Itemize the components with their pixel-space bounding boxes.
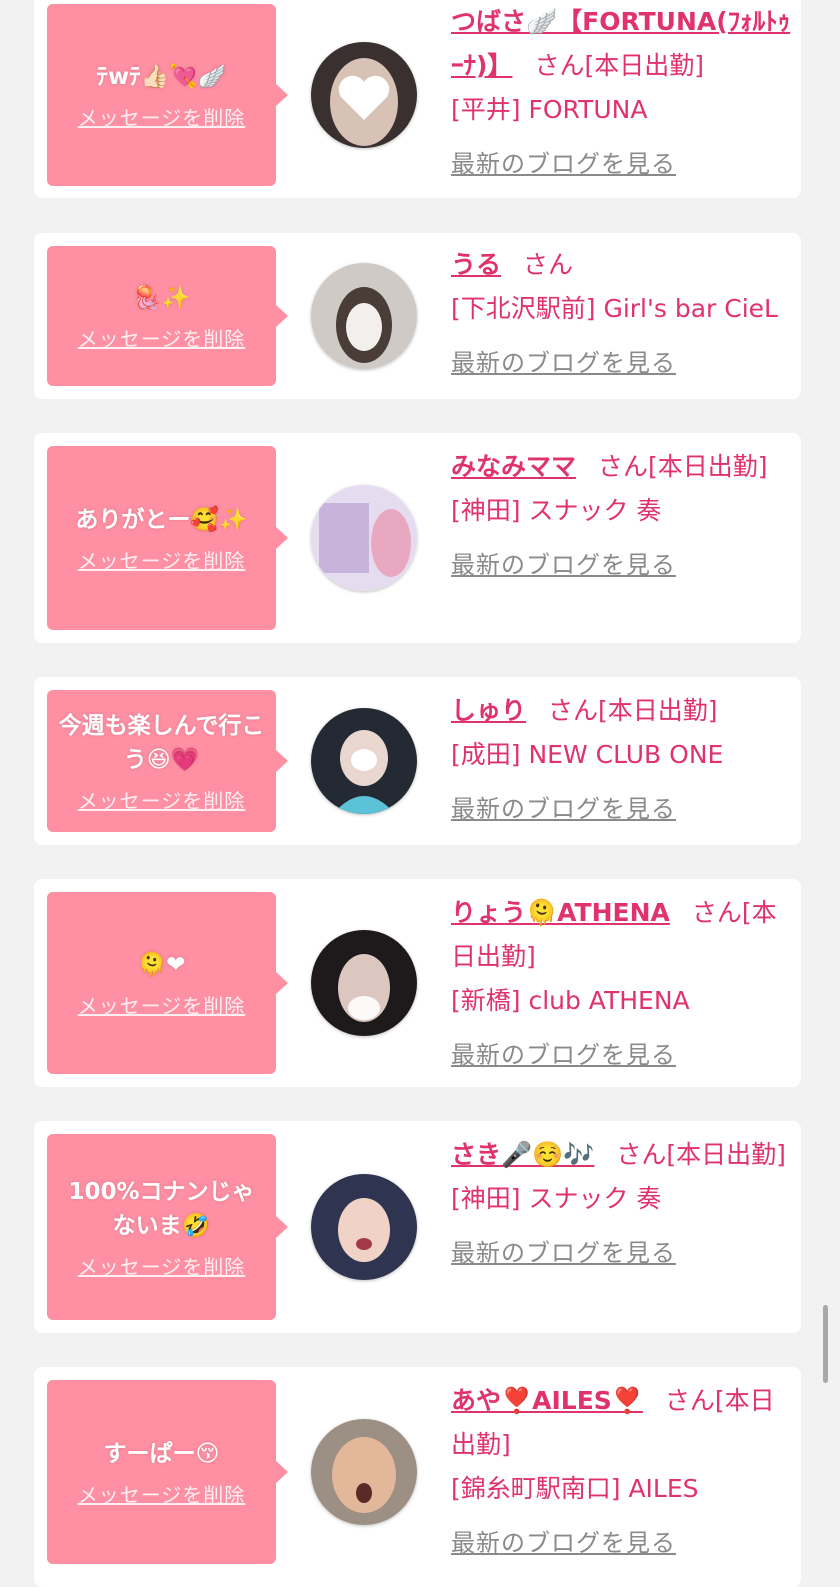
message-bubble: 今週も楽しんで行こう😆💗 メッセージを削除 [47, 690, 288, 832]
avatar[interactable] [311, 1174, 417, 1280]
message-bubble: すーぱー😚 メッセージを削除 [47, 1380, 288, 1564]
latest-blog-link[interactable]: 最新のブログを見る [451, 1231, 796, 1275]
avatar-image [311, 1174, 417, 1280]
cast-info: うる さん [下北沢駅前] Girl's bar CieL 最新のブログを見る [451, 243, 796, 385]
message-card: 100%コナンじゃないま🤣 メッセージを削除 さき🎤☺️🎶 さん[本日出勤] [神… [34, 1121, 801, 1333]
avatar[interactable] [311, 42, 417, 148]
message-card: 🪼✨ メッセージを削除 うる さん [下北沢駅前] Girl's bar CieL… [34, 233, 801, 399]
scrollbar-thumb[interactable] [823, 1305, 828, 1383]
shop-name: [下北沢駅前] Girl's bar CieL [451, 294, 778, 323]
message-card: すーぱー😚 メッセージを削除 あや❣️AILES❣️ さん[本日出勤] [錦糸町駅… [34, 1367, 801, 1587]
avatar[interactable] [311, 708, 417, 814]
avatar[interactable] [311, 263, 417, 369]
cast-info: みなみママ さん[本日出勤] [神田] スナック 奏 最新のブログを見る [451, 445, 796, 587]
message-bubble: ありがとー🥰✨ メッセージを削除 [47, 446, 288, 630]
avatar-image [311, 42, 417, 148]
message-text: ﾃwﾃ👍🏻💘🪽 [96, 63, 227, 90]
latest-blog-link[interactable]: 最新のブログを見る [451, 1033, 796, 1077]
cast-info: りょう🫠ATHENA さん[本日出勤] [新橋] club ATHENA 最新のブ… [451, 891, 796, 1077]
avatar-image [311, 1419, 417, 1525]
message-card: ありがとー🥰✨ メッセージを削除 みなみママ さん[本日出勤] [神田] スナック… [34, 433, 801, 643]
message-text: 🫠❤ [137, 951, 186, 978]
cast-suffix: さん[本日出勤] [598, 452, 768, 481]
avatar-image [311, 485, 417, 591]
delete-message-link[interactable]: メッセージを削除 [78, 785, 246, 814]
delete-message-link[interactable]: メッセージを削除 [78, 1479, 246, 1508]
message-text: 🪼✨ [132, 284, 191, 311]
cast-info: さき🎤☺️🎶 さん[本日出勤] [神田] スナック 奏 最新のブログを見る [451, 1133, 796, 1275]
shop-name: [成田] NEW CLUB ONE [451, 740, 724, 769]
message-bubble: ﾃwﾃ👍🏻💘🪽 メッセージを削除 [47, 4, 288, 186]
message-text: ありがとー🥰✨ [75, 506, 248, 533]
latest-blog-link[interactable]: 最新のブログを見る [451, 787, 796, 831]
message-text: すーぱー😚 [103, 1440, 220, 1467]
avatar-image [311, 708, 417, 814]
delete-message-link[interactable]: メッセージを削除 [78, 545, 246, 574]
message-bubble: 100%コナンじゃないま🤣 メッセージを削除 [47, 1134, 288, 1320]
cast-suffix: さん[本日出勤] [534, 51, 704, 80]
message-bubble: 🫠❤ メッセージを削除 [47, 892, 288, 1074]
delete-message-link[interactable]: メッセージを削除 [78, 323, 246, 352]
avatar-image [311, 263, 417, 369]
cast-suffix: さん [523, 250, 574, 279]
message-text: 今週も楽しんで行こう😆💗 [58, 712, 265, 773]
shop-name: [平井] FORTUNA [451, 95, 648, 124]
avatar[interactable] [311, 930, 417, 1036]
message-bubble: 🪼✨ メッセージを削除 [47, 246, 288, 386]
cast-name-link[interactable]: りょう🫠ATHENA [451, 898, 670, 927]
message-text: 100%コナンじゃないま🤣 [68, 1178, 255, 1239]
delete-message-link[interactable]: メッセージを削除 [78, 1251, 246, 1280]
message-card: ﾃwﾃ👍🏻💘🪽 メッセージを削除 つばさ🪽【FORTUNA(ﾌｫﾙﾄｩｰﾅ)】さ… [34, 0, 801, 198]
avatar[interactable] [311, 485, 417, 591]
cast-name-link[interactable]: みなみママ [451, 452, 576, 481]
latest-blog-link[interactable]: 最新のブログを見る [451, 1521, 796, 1565]
shop-name: [神田] スナック 奏 [451, 1184, 662, 1213]
cast-info: しゅり さん[本日出勤] [成田] NEW CLUB ONE 最新のブログを見る [451, 689, 796, 831]
latest-blog-link[interactable]: 最新のブログを見る [451, 142, 796, 186]
cast-name-link[interactable]: うる [451, 250, 501, 279]
cast-info: つばさ🪽【FORTUNA(ﾌｫﾙﾄｩｰﾅ)】 さん[本日出勤] [平井] FORT… [451, 0, 796, 186]
delete-message-link[interactable]: メッセージを削除 [78, 990, 246, 1019]
shop-name: [神田] スナック 奏 [451, 496, 662, 525]
shop-name: [新橋] club ATHENA [451, 986, 690, 1015]
latest-blog-link[interactable]: 最新のブログを見る [451, 543, 796, 587]
avatar-image [311, 930, 417, 1036]
delete-message-link[interactable]: メッセージを削除 [78, 102, 246, 131]
cast-name-link[interactable]: さき🎤☺️🎶 [451, 1140, 594, 1169]
cast-suffix: さん[本日出勤] [548, 696, 718, 725]
cast-info: あや❣️AILES❣️ さん[本日出勤] [錦糸町駅南口] AILES 最新のブロ… [451, 1379, 796, 1565]
latest-blog-link[interactable]: 最新のブログを見る [451, 341, 796, 385]
avatar[interactable] [311, 1419, 417, 1525]
message-card: 今週も楽しんで行こう😆💗 メッセージを削除 しゅり さん[本日出勤] [成田] N… [34, 677, 801, 845]
message-card: 🫠❤ メッセージを削除 りょう🫠ATHENA さん[本日出勤] [新橋] club… [34, 879, 801, 1087]
cast-name-link[interactable]: あや❣️AILES❣️ [451, 1386, 643, 1415]
cast-name-link[interactable]: しゅり [451, 696, 526, 725]
cast-suffix: さん[本日出勤] [616, 1140, 786, 1169]
shop-name: [錦糸町駅南口] AILES [451, 1474, 699, 1503]
